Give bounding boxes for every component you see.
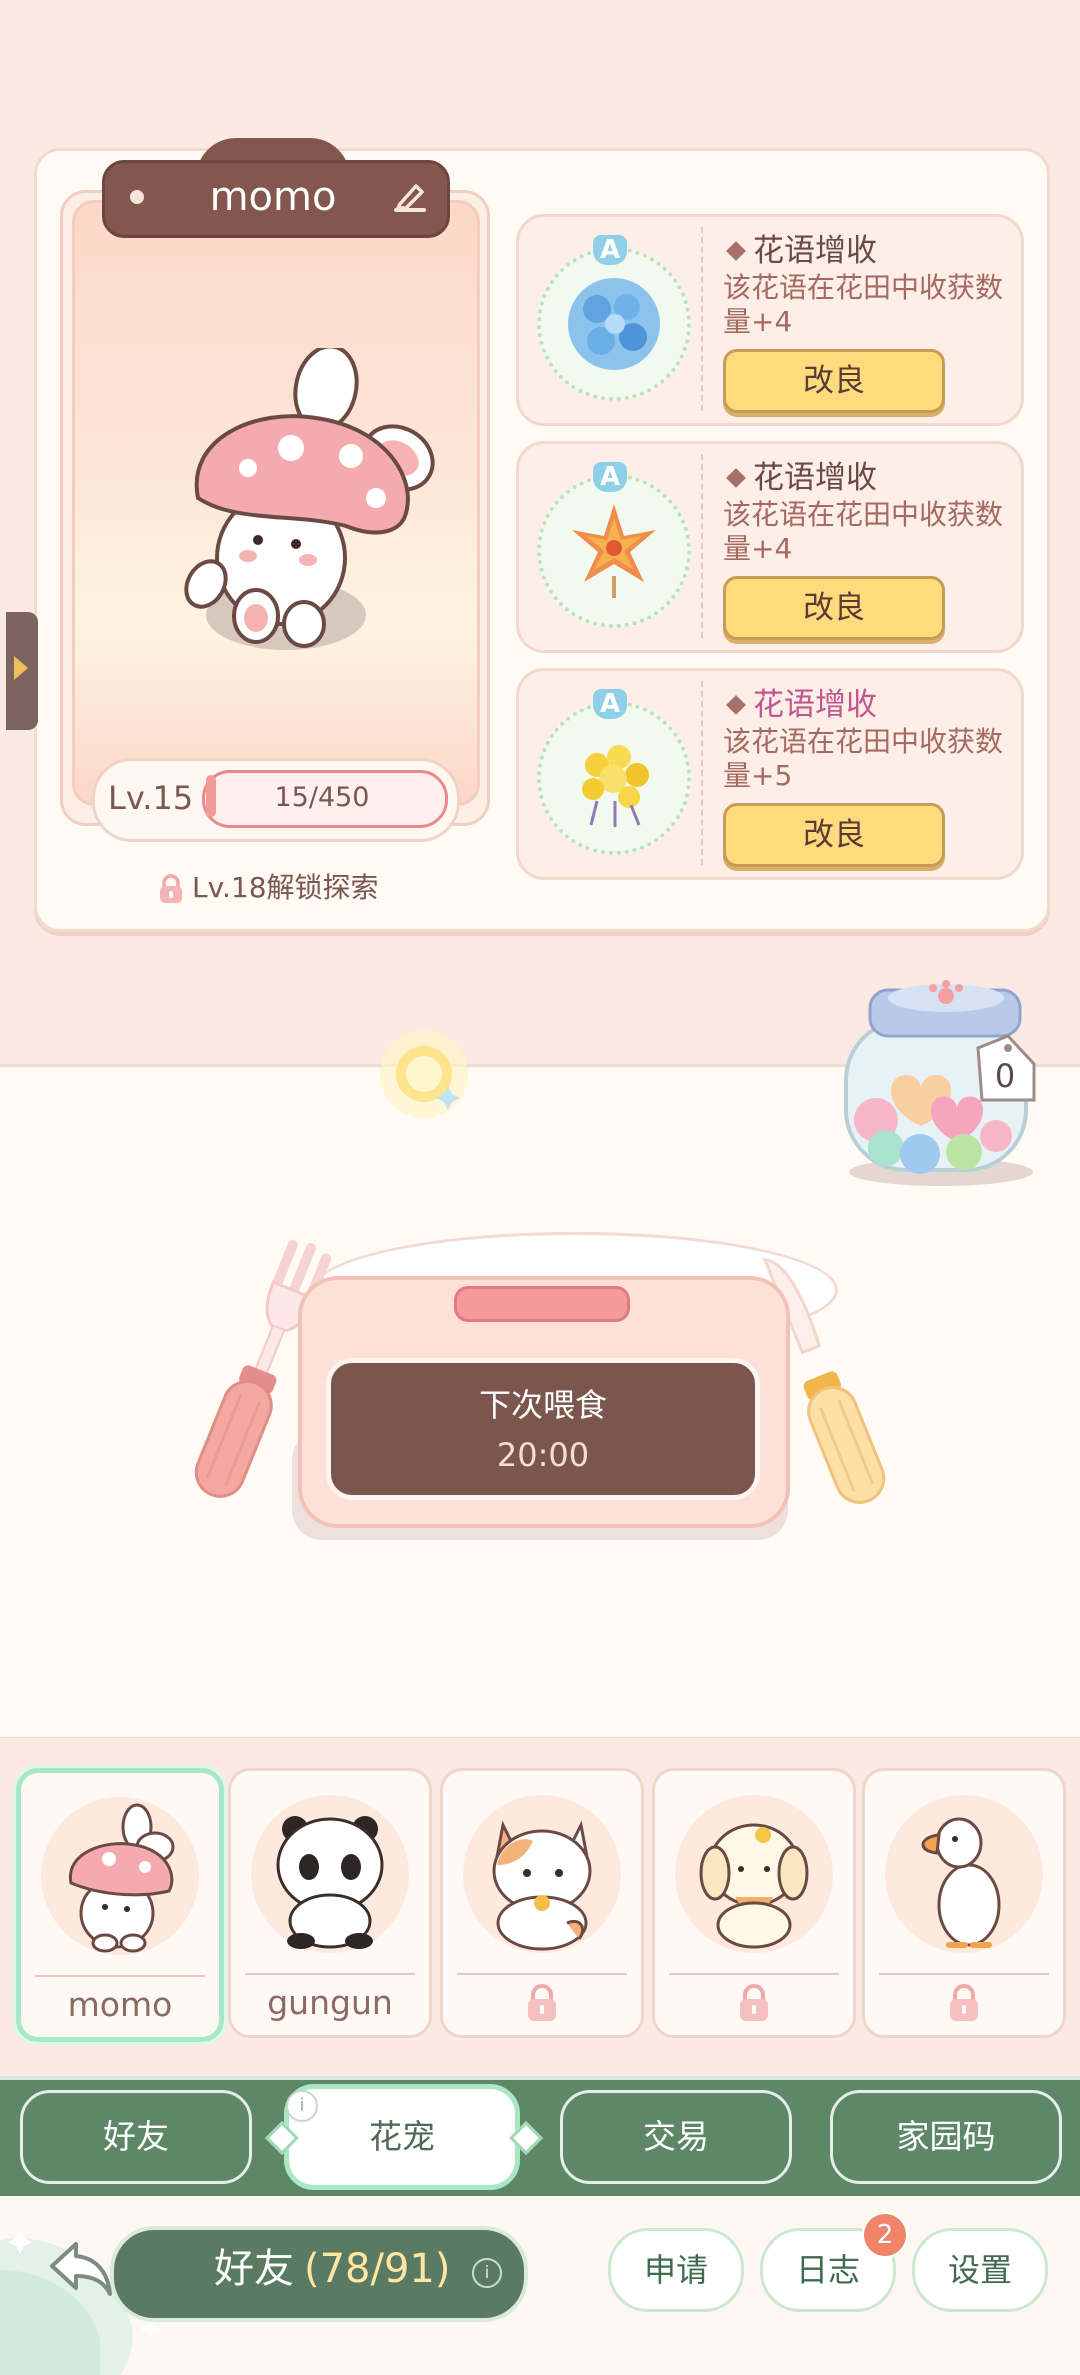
improve-button[interactable]: 改良: [723, 803, 945, 867]
slot-divider: [879, 1973, 1049, 1975]
orange-maple-flower-icon: [572, 504, 656, 598]
flower-ring: [537, 701, 691, 855]
trait-title: 花语增收: [725, 229, 1015, 273]
pet-slot-locked-cat[interactable]: [440, 1768, 644, 2038]
unlock-hint-text: Lv.18解锁探索: [192, 871, 379, 904]
improve-button[interactable]: 改良: [723, 576, 945, 640]
pet-slot-gungun[interactable]: gungun: [228, 1768, 432, 2038]
pet-slot-label: gungun: [267, 1983, 393, 2022]
calico-cat-icon: [492, 1820, 592, 1951]
pet-slot-locked-puppy[interactable]: [652, 1768, 856, 2038]
lock-icon: [950, 1984, 978, 2021]
trait-card: A 花语增收 该花语在花田中收获数量+4 改良: [516, 214, 1024, 426]
edit-pencil-icon[interactable]: [390, 178, 430, 218]
grade-badge: A: [593, 462, 627, 492]
jar-count: 0: [994, 1057, 1016, 1095]
unlock-hint: Lv.18解锁探索: [158, 866, 478, 910]
slot-divider: [457, 1973, 627, 1975]
tab-trade[interactable]: 交易: [560, 2090, 792, 2184]
trait-title: 花语增收: [725, 456, 1015, 500]
goose-icon: [921, 1817, 1001, 1948]
sun-sparkle-icon[interactable]: [378, 1028, 470, 1120]
flower-ring: [537, 474, 691, 628]
apply-button[interactable]: 申请: [608, 2228, 744, 2312]
lock-icon: [740, 1984, 768, 2021]
panda-icon: [276, 1816, 384, 1949]
trait-divider: [701, 454, 703, 638]
trait-description: 该花语在花田中收获数量+4: [723, 271, 1004, 338]
trait-description: 该花语在花田中收获数量+5: [723, 725, 1004, 792]
tab-home-code[interactable]: 家园码: [830, 2090, 1062, 2184]
exp-progress-text: 15/450: [274, 782, 370, 813]
pet-slot-locked-goose[interactable]: [862, 1768, 1066, 2038]
flower-ring: [537, 247, 691, 401]
pet-slot-momo[interactable]: momo: [16, 1768, 224, 2042]
pet-slot-label: momo: [67, 1985, 173, 2024]
slot-divider: [245, 1973, 415, 1975]
trait-description: 该花语在花田中收获数量+4: [723, 498, 1004, 565]
mushroom-bunny-icon: [68, 1803, 175, 1953]
info-icon[interactable]: i: [472, 2258, 502, 2288]
next-feeding-label: 下次喂食: [478, 1386, 607, 1424]
lock-icon: [160, 874, 182, 903]
friends-count: (78/91): [304, 2246, 451, 2292]
puppy-icon: [699, 1823, 809, 1949]
slot-divider: [35, 1975, 205, 1977]
trait-card: A 花语增收 该花语在花田中收获数量+4 改良: [516, 441, 1024, 653]
trait-title-text: 花语增收: [753, 687, 877, 723]
slot-divider: [669, 1973, 839, 1975]
pet-name: momo: [209, 174, 337, 220]
grade-badge: A: [593, 235, 627, 265]
grade-badge: A: [593, 689, 627, 719]
settings-button[interactable]: 设置: [912, 2228, 1048, 2312]
name-plate-dot: [130, 190, 144, 204]
level-label: Lv.15: [108, 779, 194, 817]
tab-flower-pets[interactable]: 花宠: [284, 2084, 520, 2190]
lunchbox-handle: [454, 1286, 630, 1322]
blue-hydrangea-icon: [568, 278, 660, 370]
expand-arrow-icon[interactable]: [14, 656, 28, 680]
trait-title: 花语增收: [725, 683, 1015, 727]
info-icon[interactable]: i: [286, 2090, 318, 2122]
lock-icon: [528, 1984, 556, 2021]
trait-title-text: 花语增收: [753, 233, 877, 269]
improve-button[interactable]: 改良: [723, 349, 945, 413]
next-feeding-panel: [326, 1358, 760, 1500]
mushroom-bunny-pet-illustration[interactable]: [176, 348, 456, 668]
yellow-forsythia-icon: [582, 745, 649, 827]
next-feeding-time: 20:00: [496, 1436, 590, 1474]
trait-divider: [701, 681, 703, 865]
back-arrow-icon[interactable]: [46, 2236, 116, 2302]
trait-card: A 花语增收 该花语在花田中收获数量+5 改良: [516, 668, 1024, 880]
trait-title-text: 花语增收: [753, 460, 877, 496]
notification-badge: 2: [862, 2212, 908, 2258]
tab-friends[interactable]: 好友: [20, 2090, 252, 2184]
trait-divider: [701, 227, 703, 411]
